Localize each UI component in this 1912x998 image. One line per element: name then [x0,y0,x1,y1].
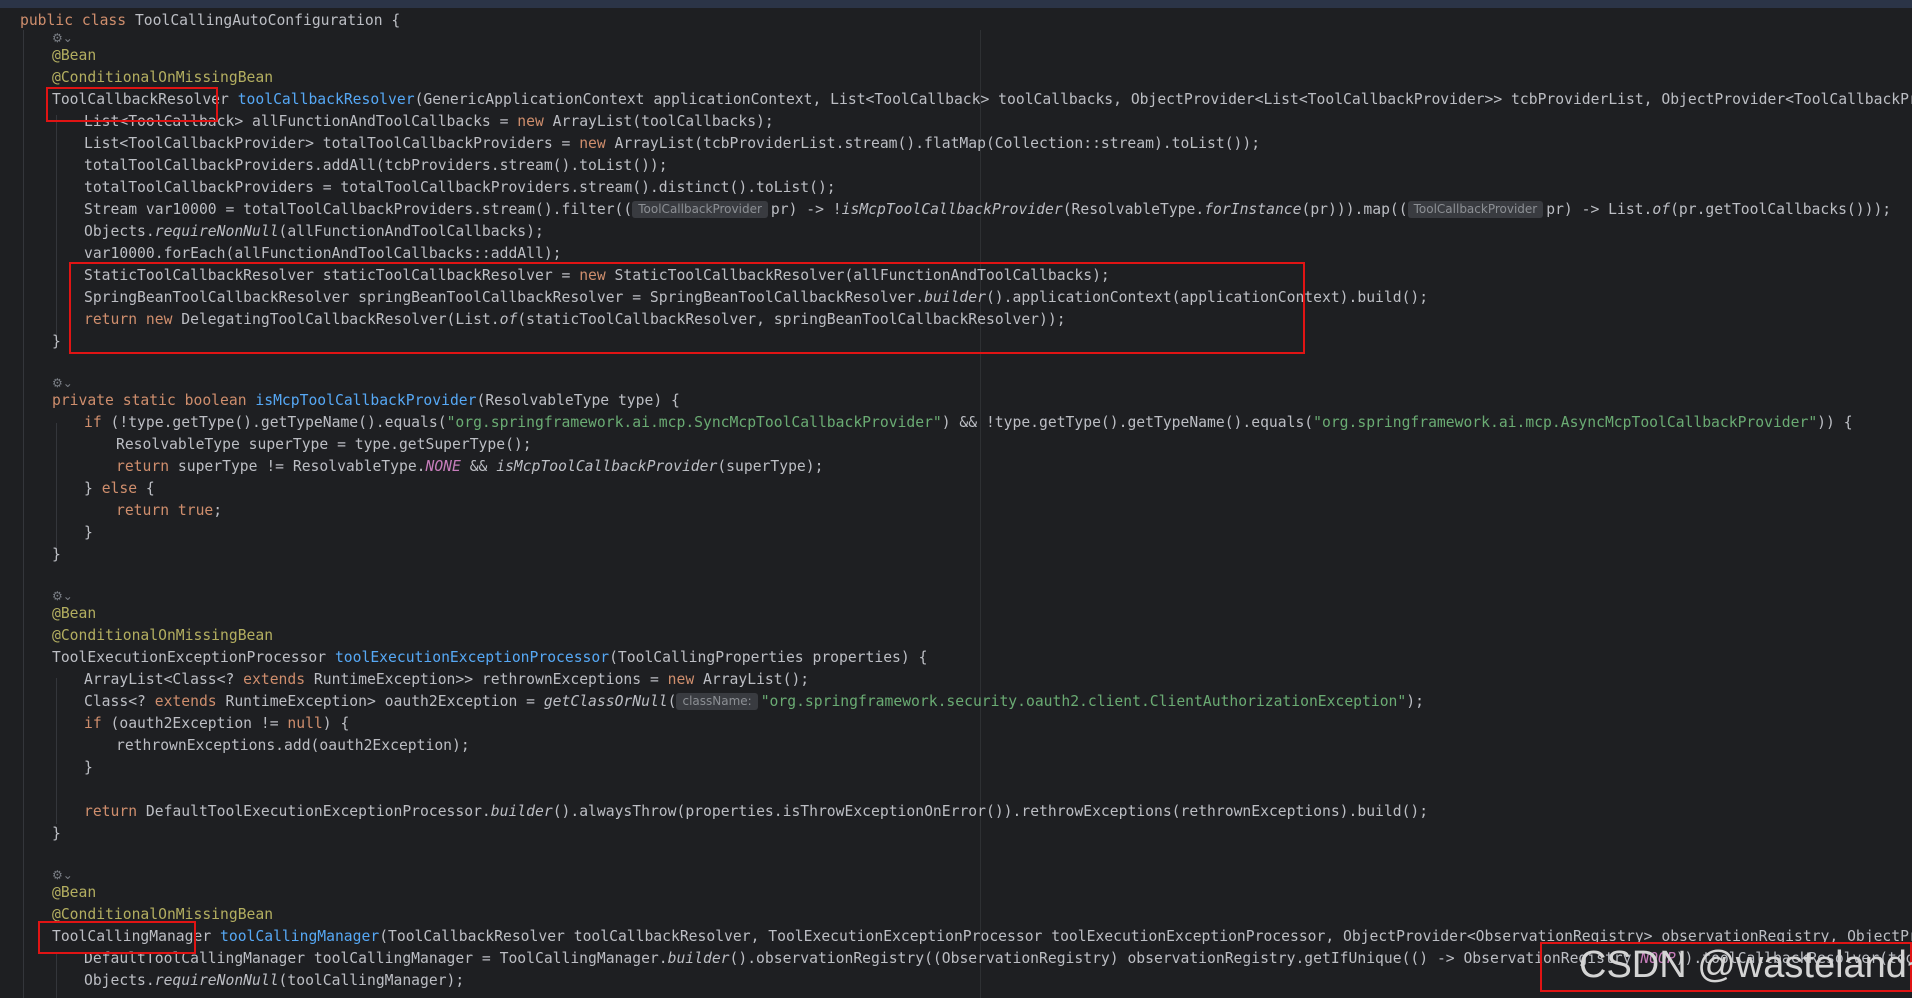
code-editor[interactable]: public class ToolCallingAutoConfiguratio… [0,0,1912,998]
code-line[interactable]: List<ToolCallbackProvider> totalToolCall… [84,133,1260,155]
indent-guide [56,115,57,335]
code-line[interactable]: public class ToolCallingAutoConfiguratio… [20,10,400,32]
annotation-line[interactable]: @ConditionalOnMissingBean [52,625,273,647]
indent-guide [56,678,57,824]
annotation-line[interactable]: @Bean [52,882,96,904]
highlight-box [38,921,196,954]
code-line[interactable]: } [52,823,61,845]
indent-guide [56,423,57,555]
annotation-line[interactable]: @Bean [52,603,96,625]
bean-gutter-icon[interactable]: ⚙⌄ [52,589,73,603]
constant: NONE [425,458,461,475]
code-line[interactable]: totalToolCallbackProviders.addAll(tcbPro… [84,155,668,177]
code-line[interactable]: if (!type.getType().getTypeName().equals… [84,412,1853,434]
right-margin-guide [980,30,981,998]
method-signature[interactable]: ToolExecutionExceptionProcessor toolExec… [52,647,927,669]
code-line[interactable]: return true; [116,500,222,522]
code-line[interactable]: ResolvableType superType = type.getSuper… [116,434,532,456]
code-line[interactable]: rethrownExceptions.add(oauth2Exception); [116,735,470,757]
keyword: new [579,135,606,152]
keyword: class [81,12,127,29]
method-name: toolExecutionExceptionProcessor [334,649,610,666]
keyword: new [517,113,544,130]
method-call-italic: isMcpToolCallbackProvider [841,201,1063,218]
param-type-hint: ToolCallbackProvider [632,201,768,218]
code-line[interactable]: } [52,331,61,353]
watermark: CSDN @wasteland~ [1579,944,1912,986]
string-literal: "org.springframework.ai.mcp.SyncMcpToolC… [446,414,942,431]
annotation-conditional: @ConditionalOnMissingBean [52,69,274,86]
code-line[interactable]: Stream var10000 = totalToolCallbackProvi… [84,199,1891,221]
method-signature[interactable]: ToolCallbackResolver toolCallbackResolve… [52,89,1912,111]
indent-guide [23,30,24,998]
highlight-box [46,87,218,122]
annotation-line[interactable]: @Bean [52,45,96,67]
code-line[interactable]: Class<? extends RuntimeException> oauth2… [84,691,1424,713]
param-name-hint: className: [676,693,758,710]
code-line[interactable]: if (oauth2Exception != null) { [84,713,349,735]
code-line[interactable]: } [84,522,93,544]
annotation-line[interactable]: @ConditionalOnMissingBean [52,67,273,89]
bean-gutter-icon[interactable]: ⚙⌄ [52,31,73,45]
class-name: ToolCallingAutoConfiguration { [134,12,401,29]
code-line[interactable]: ArrayList<Class<? extends RuntimeExcepti… [84,669,809,691]
code-line[interactable]: } [52,544,61,566]
code-line[interactable]: Objects.requireNonNull(toolCallingManage… [84,970,464,992]
code-line[interactable]: } else { [84,478,155,500]
code-line[interactable]: totalToolCallbackProviders = totalToolCa… [84,177,836,199]
param-type-hint: ToolCallbackProvider [1407,201,1544,218]
highlight-box [69,262,1305,354]
method-signature[interactable]: private static boolean isMcpToolCallback… [52,390,680,412]
method-name: toolCallingManager [220,928,380,945]
annotation-bean: @Bean [52,47,97,64]
code-line[interactable]: } [84,757,93,779]
method-name: isMcpToolCallbackProvider [255,392,477,409]
code-line[interactable]: return superType != ResolvableType.NONE … [116,456,823,478]
code-line[interactable]: Objects.requireNonNull(allFunctionAndToo… [84,221,544,243]
editor-top-strip [0,0,1912,8]
bean-gutter-icon[interactable]: ⚙⌄ [52,376,73,390]
indent-guide [56,953,57,998]
string-literal: "org.springframework.ai.mcp.AsyncMcpTool… [1313,414,1818,431]
method-name: toolCallbackResolver [237,91,415,108]
string-literal: "org.springframework.security.oauth2.cli… [760,693,1407,710]
bean-gutter-icon[interactable]: ⚙⌄ [52,868,73,882]
params: (GenericApplicationContext applicationCo… [414,91,1912,108]
code-line[interactable]: return DefaultToolExecutionExceptionProc… [84,801,1428,823]
